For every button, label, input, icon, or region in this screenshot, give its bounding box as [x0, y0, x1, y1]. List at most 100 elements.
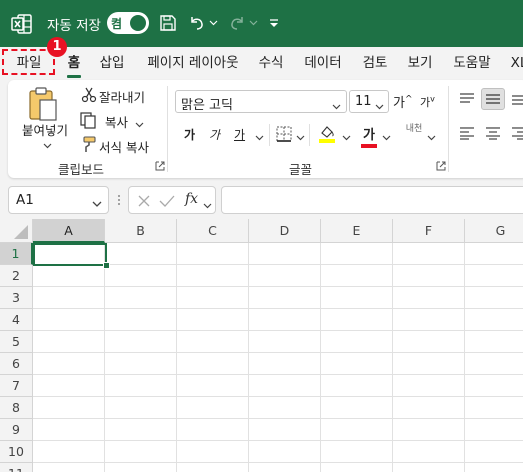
fill-color-icon[interactable] — [318, 124, 336, 148]
column-header-a[interactable]: A — [33, 219, 105, 243]
cell[interactable] — [105, 463, 177, 472]
clipboard-launcher-icon[interactable] — [155, 160, 165, 175]
row-header-6[interactable]: 6 — [0, 353, 33, 375]
cell[interactable] — [177, 397, 249, 419]
select-all-button[interactable] — [0, 219, 33, 243]
copy-dropdown-icon[interactable] — [135, 117, 144, 132]
font-launcher-icon[interactable] — [436, 160, 446, 175]
tab-insert[interactable]: 삽입 — [96, 47, 128, 79]
name-box-dropdown-icon[interactable] — [92, 197, 102, 212]
cell[interactable] — [393, 309, 465, 331]
tab-formulas[interactable]: 수식 — [254, 47, 288, 79]
cell[interactable] — [33, 287, 105, 309]
cell[interactable] — [393, 397, 465, 419]
redo-icon[interactable] — [227, 13, 247, 33]
cell[interactable] — [177, 375, 249, 397]
autosave-toggle[interactable]: 켬 — [107, 12, 149, 34]
copy-icon[interactable] — [80, 112, 97, 133]
column-header-g[interactable]: G — [465, 219, 523, 243]
cell[interactable] — [321, 463, 393, 472]
cell[interactable] — [105, 309, 177, 331]
cell[interactable] — [177, 441, 249, 463]
cell[interactable] — [393, 331, 465, 353]
formula-bar-splitter-icon[interactable] — [116, 193, 122, 207]
cell[interactable] — [105, 375, 177, 397]
paste-icon[interactable] — [26, 86, 60, 122]
cell[interactable] — [465, 265, 523, 287]
cell[interactable] — [465, 375, 523, 397]
borders-dropdown-icon[interactable] — [296, 130, 305, 145]
cell[interactable] — [249, 331, 321, 353]
customize-toolbar-icon[interactable] — [266, 13, 282, 33]
cell[interactable] — [105, 397, 177, 419]
cell[interactable] — [177, 331, 249, 353]
cell[interactable] — [105, 441, 177, 463]
align-middle-icon[interactable] — [481, 88, 505, 110]
cell[interactable] — [249, 441, 321, 463]
cell[interactable] — [321, 353, 393, 375]
cut-label[interactable]: 잘라내기 — [99, 87, 145, 106]
name-box[interactable]: A1 — [8, 186, 109, 214]
align-right-icon[interactable] — [511, 126, 523, 144]
cell[interactable] — [177, 243, 249, 265]
row-header-9[interactable]: 9 — [0, 419, 33, 441]
undo-icon[interactable] — [187, 13, 207, 33]
cell[interactable] — [465, 353, 523, 375]
cell[interactable] — [33, 441, 105, 463]
cell[interactable] — [33, 375, 105, 397]
cell[interactable] — [249, 375, 321, 397]
cell[interactable] — [249, 265, 321, 287]
tab-file[interactable]: 파일 — [4, 47, 54, 79]
borders-icon[interactable] — [276, 126, 292, 146]
cell[interactable] — [177, 287, 249, 309]
align-left-icon[interactable] — [459, 126, 475, 144]
cell[interactable] — [249, 243, 321, 265]
column-header-c[interactable]: C — [177, 219, 249, 243]
cell[interactable] — [33, 353, 105, 375]
font-name-select[interactable]: 맑은 고딕 — [175, 90, 347, 113]
insert-function-button[interactable]: fx — [185, 191, 198, 207]
cell[interactable] — [321, 441, 393, 463]
cell[interactable] — [393, 265, 465, 287]
cell[interactable] — [249, 463, 321, 472]
column-header-b[interactable]: B — [105, 219, 177, 243]
cell[interactable] — [393, 353, 465, 375]
tab-review[interactable]: 검토 — [358, 47, 392, 79]
cell[interactable] — [393, 375, 465, 397]
cell[interactable] — [465, 441, 523, 463]
cell[interactable] — [249, 353, 321, 375]
cell[interactable] — [177, 309, 249, 331]
cell[interactable] — [465, 419, 523, 441]
column-header-f[interactable]: F — [393, 219, 465, 243]
row-header-3[interactable]: 3 — [0, 287, 33, 309]
row-header-2[interactable]: 2 — [0, 265, 33, 287]
cell[interactable] — [465, 309, 523, 331]
phonetic-dropdown-icon[interactable] — [427, 130, 436, 145]
underline-dropdown-icon[interactable] — [255, 130, 264, 145]
bold-button[interactable]: 가 — [184, 126, 195, 143]
font-color-dropdown-icon[interactable] — [382, 130, 391, 145]
row-header-11[interactable]: 11 — [0, 463, 33, 472]
format-painter-icon[interactable] — [81, 136, 97, 157]
formula-input[interactable] — [221, 186, 523, 214]
cell[interactable] — [249, 309, 321, 331]
copy-label[interactable]: 복사 — [105, 112, 128, 131]
undo-dropdown-icon[interactable] — [207, 13, 219, 33]
cell[interactable] — [321, 243, 393, 265]
column-header-e[interactable]: E — [321, 219, 393, 243]
cell[interactable] — [105, 287, 177, 309]
cell[interactable] — [177, 265, 249, 287]
decrease-font-size-button[interactable]: 가v — [420, 94, 435, 110]
cell[interactable] — [465, 331, 523, 353]
cell[interactable] — [393, 419, 465, 441]
italic-button[interactable]: 가 — [209, 126, 220, 143]
row-header-7[interactable]: 7 — [0, 375, 33, 397]
cell[interactable] — [105, 353, 177, 375]
cell[interactable] — [465, 463, 523, 472]
cell[interactable] — [177, 353, 249, 375]
cell[interactable] — [249, 419, 321, 441]
row-header-10[interactable]: 10 — [0, 441, 33, 463]
cell[interactable] — [33, 463, 105, 472]
cell[interactable] — [321, 265, 393, 287]
tab-page-layout[interactable]: 페이지 레이아웃 — [141, 47, 245, 79]
